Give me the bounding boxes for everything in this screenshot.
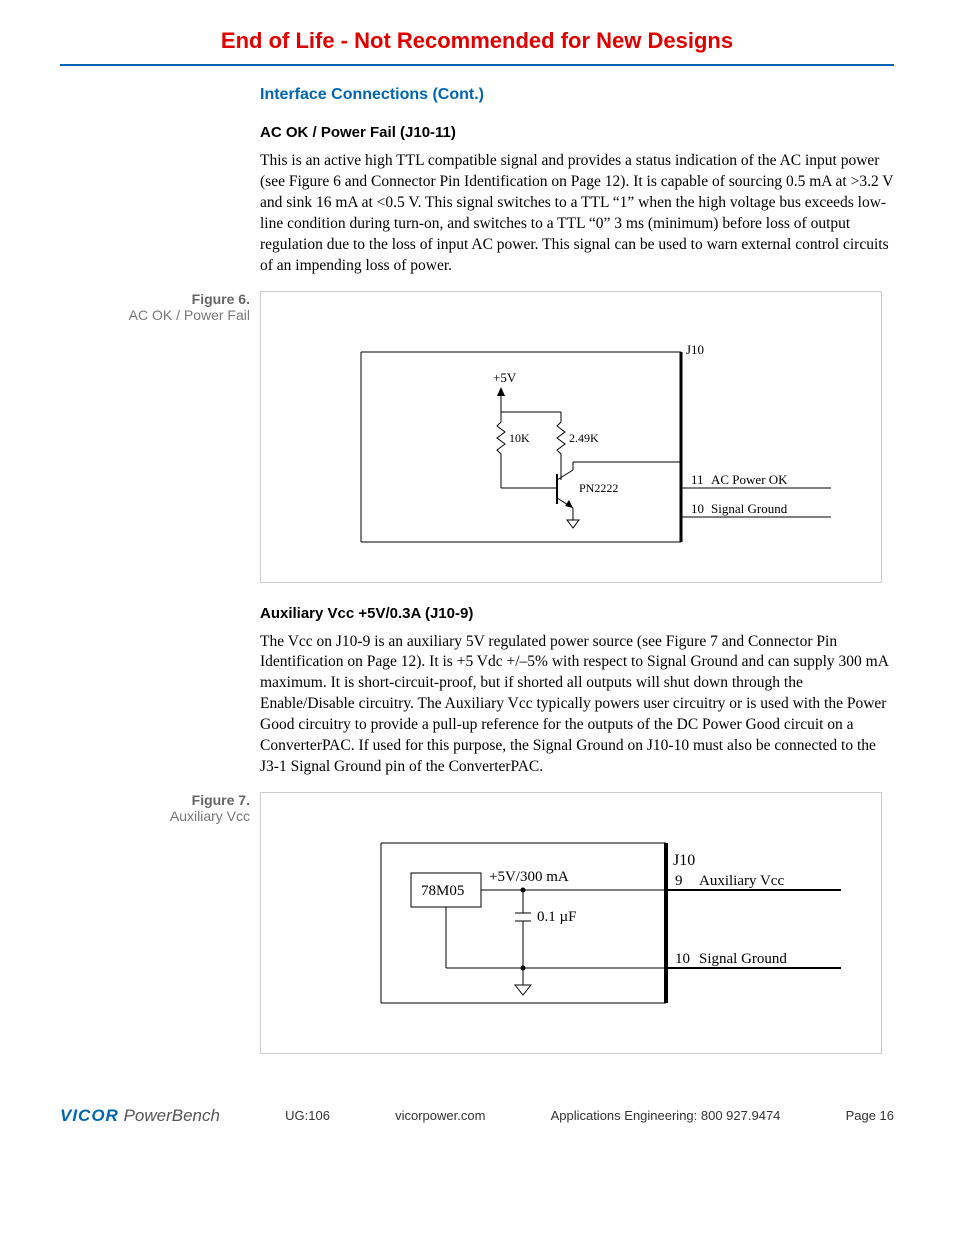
footer-ug: UG:106 <box>285 1108 330 1123</box>
logo-powerbench: PowerBench <box>124 1106 220 1125</box>
label-pin10: 10 <box>691 501 704 516</box>
label-j10-f7: J10 <box>673 852 695 869</box>
subheading-auxvcc: Auxiliary Vcc +5V/0.3A (J10-9) <box>260 605 894 622</box>
figure6-diagram: +5V 10K 2.49K <box>260 291 882 583</box>
body-auxvcc: The Vcc on J10-9 is an auxiliary 5V regu… <box>260 632 894 778</box>
figure7-label: Figure 7. <box>60 792 250 808</box>
label-pin9name: Auxiliary Vcc <box>699 873 784 889</box>
label-reg: 78M05 <box>421 883 464 899</box>
body-acok: This is an active high TTL compatible si… <box>260 151 894 277</box>
label-pin9: 9 <box>675 873 683 889</box>
logo-vicor: VICOR <box>60 1106 119 1125</box>
eol-banner: End of Life - Not Recommended for New De… <box>60 28 894 54</box>
footer-site: vicorpower.com <box>395 1108 485 1123</box>
label-pin11name: AC Power OK <box>711 472 788 487</box>
label-transistor: PN2222 <box>579 481 618 495</box>
label-5v: +5V <box>493 370 517 385</box>
figure7-caption: Auxiliary Vcc <box>60 808 250 824</box>
label-pin10-f7: 10 <box>675 951 690 967</box>
label-out: +5V/300 mA <box>489 869 569 885</box>
page-footer: VICOR PowerBench UG:106 vicorpower.com A… <box>0 1106 954 1150</box>
label-pin10name-f7: Signal Ground <box>699 951 787 967</box>
label-r2: 2.49K <box>569 431 599 445</box>
figure7-diagram: 78M05 +5V/300 mA 0.1 µF <box>260 792 882 1054</box>
label-pin11: 11 <box>691 472 704 487</box>
horizontal-rule <box>60 64 894 66</box>
footer-phone: Applications Engineering: 800 927.9474 <box>551 1108 781 1123</box>
label-pin10name: Signal Ground <box>711 501 788 516</box>
label-j10: J10 <box>686 342 704 357</box>
subheading-acok: AC OK / Power Fail (J10-11) <box>260 124 894 141</box>
label-cap: 0.1 µF <box>537 909 577 925</box>
label-r1: 10K <box>509 431 530 445</box>
logo: VICOR PowerBench <box>60 1106 220 1126</box>
figure6-label: Figure 6. <box>60 291 250 307</box>
footer-page: Page 16 <box>846 1108 894 1123</box>
figure6-caption: AC OK / Power Fail <box>60 307 250 323</box>
section-title: Interface Connections (Cont.) <box>260 86 894 104</box>
